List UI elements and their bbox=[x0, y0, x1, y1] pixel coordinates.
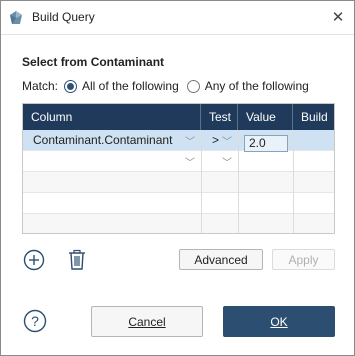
match-all-label[interactable]: All of the following bbox=[82, 79, 179, 93]
svg-text:?: ? bbox=[31, 313, 39, 329]
close-icon[interactable]: ✕ bbox=[328, 7, 348, 27]
trash-icon[interactable] bbox=[67, 249, 87, 274]
row-column-value[interactable]: Contaminant.Contaminant bbox=[33, 133, 172, 147]
window-title: Build Query bbox=[32, 10, 95, 24]
build-query-dialog: Build Query ✕ Select from Contaminant Ma… bbox=[0, 0, 355, 356]
chevron-down-icon[interactable]: ﹀ bbox=[185, 154, 195, 169]
match-any-label[interactable]: Any of the following bbox=[205, 79, 309, 93]
grid-header: Column Test Value Build bbox=[23, 104, 334, 130]
add-row-icon[interactable] bbox=[23, 249, 45, 274]
row-test-value[interactable]: > bbox=[212, 133, 219, 147]
advanced-button-label: Advanced bbox=[194, 252, 248, 267]
column-divider bbox=[293, 130, 294, 233]
apply-button-label: Apply bbox=[288, 252, 319, 267]
table-row[interactable]: ﹀ ﹀ bbox=[23, 151, 334, 172]
query-grid: Column Test Value Build Contaminant.Cont… bbox=[22, 103, 335, 234]
table-row[interactable] bbox=[23, 172, 334, 193]
chevron-down-icon[interactable]: ﹀ bbox=[185, 133, 195, 148]
chevron-down-icon[interactable]: ﹀ bbox=[222, 133, 232, 148]
header-build[interactable]: Build bbox=[293, 104, 334, 130]
header-column[interactable]: Column bbox=[23, 104, 201, 130]
match-any-option[interactable]: Any of the following bbox=[186, 79, 309, 93]
header-value[interactable]: Value bbox=[238, 104, 293, 130]
title-bar: Build Query ✕ bbox=[1, 1, 354, 34]
match-row: Match: All of the following Any of the f… bbox=[22, 78, 309, 94]
value-input[interactable]: 2.0 bbox=[244, 135, 288, 152]
chevron-down-icon[interactable]: ﹀ bbox=[222, 154, 232, 169]
match-label: Match: bbox=[22, 79, 59, 93]
cancel-button[interactable]: Cancel bbox=[91, 306, 203, 337]
match-any-radio[interactable] bbox=[186, 79, 200, 93]
column-divider bbox=[201, 130, 202, 233]
ok-button[interactable]: OK bbox=[223, 306, 335, 337]
advanced-button[interactable]: Advanced bbox=[179, 249, 263, 270]
column-divider bbox=[238, 130, 239, 233]
help-icon[interactable]: ? bbox=[23, 309, 47, 336]
table-row[interactable] bbox=[23, 214, 334, 233]
match-all-option[interactable]: All of the following bbox=[64, 79, 179, 93]
apply-button[interactable]: Apply bbox=[272, 249, 335, 270]
match-all-radio[interactable] bbox=[64, 79, 78, 93]
header-test[interactable]: Test bbox=[201, 104, 238, 130]
app-logo-icon bbox=[8, 10, 24, 26]
title-divider bbox=[1, 34, 354, 35]
cancel-button-label: Cancel bbox=[128, 314, 166, 329]
ok-button-label: OK bbox=[270, 314, 288, 329]
section-heading: Select from Contaminant bbox=[22, 55, 165, 69]
table-row[interactable] bbox=[23, 193, 334, 214]
